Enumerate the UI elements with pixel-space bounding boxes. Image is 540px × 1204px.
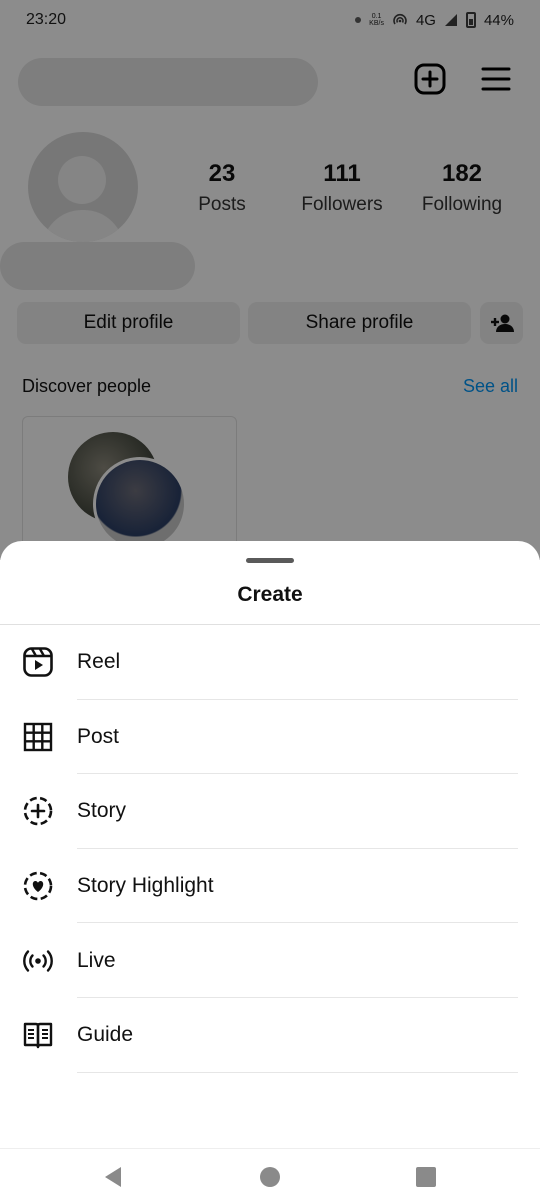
menu-item-live[interactable]: Live <box>0 923 540 998</box>
menu-item-story[interactable]: Story <box>0 774 540 849</box>
recents-icon[interactable] <box>414 1165 438 1189</box>
reel-icon <box>23 647 53 678</box>
system-nav-bar <box>0 1148 540 1204</box>
grid-icon <box>23 722 53 752</box>
menu-separator <box>77 1071 518 1073</box>
guide-book-icon <box>23 1023 53 1049</box>
hotspot-icon <box>393 13 407 25</box>
sheet-title: Create <box>237 583 303 606</box>
menu-item-story-highlight[interactable]: Story Highlight <box>0 849 540 924</box>
menu-item-reel[interactable]: Reel <box>0 625 540 700</box>
create-sheet: Create Reel Post Story Story Highlight L… <box>0 541 540 1204</box>
menu-label-story: Story <box>77 799 127 823</box>
battery-icon <box>465 12 476 28</box>
signal-icon <box>444 14 457 26</box>
notification-dot-icon <box>355 17 362 23</box>
menu-item-post[interactable]: Post <box>0 700 540 775</box>
back-icon[interactable] <box>101 1165 125 1189</box>
live-broadcast-icon <box>23 949 53 972</box>
menu-label-guide: Guide <box>77 1023 134 1047</box>
menu-label-reel: Reel <box>77 650 121 674</box>
highlight-heart-icon <box>23 871 53 901</box>
dim-overlay[interactable] <box>0 0 540 560</box>
home-icon[interactable] <box>258 1165 282 1189</box>
network-speed-value: 0.1 <box>371 13 382 20</box>
menu-label-post: Post <box>77 724 120 748</box>
status-bar: 23:20 0.1 KB/s 4G 44% <box>0 0 540 40</box>
menu-item-guide[interactable]: Guide <box>0 998 540 1073</box>
network-speed-unit: KB/s <box>369 20 384 27</box>
battery-percent: 44% <box>483 11 514 29</box>
create-menu: Reel Post Story Story Highlight Live Gui… <box>0 625 540 1073</box>
status-icons: 0.1 KB/s 4G 44% <box>355 12 514 29</box>
sheet-drag-handle[interactable] <box>246 558 294 563</box>
story-add-icon <box>23 797 53 826</box>
menu-label-story-highlight: Story Highlight <box>77 874 214 898</box>
status-time: 23:20 <box>26 11 67 28</box>
network-type: 4G <box>415 11 436 29</box>
network-speed: 0.1 KB/s <box>369 13 384 27</box>
menu-label-live: Live <box>77 948 116 972</box>
